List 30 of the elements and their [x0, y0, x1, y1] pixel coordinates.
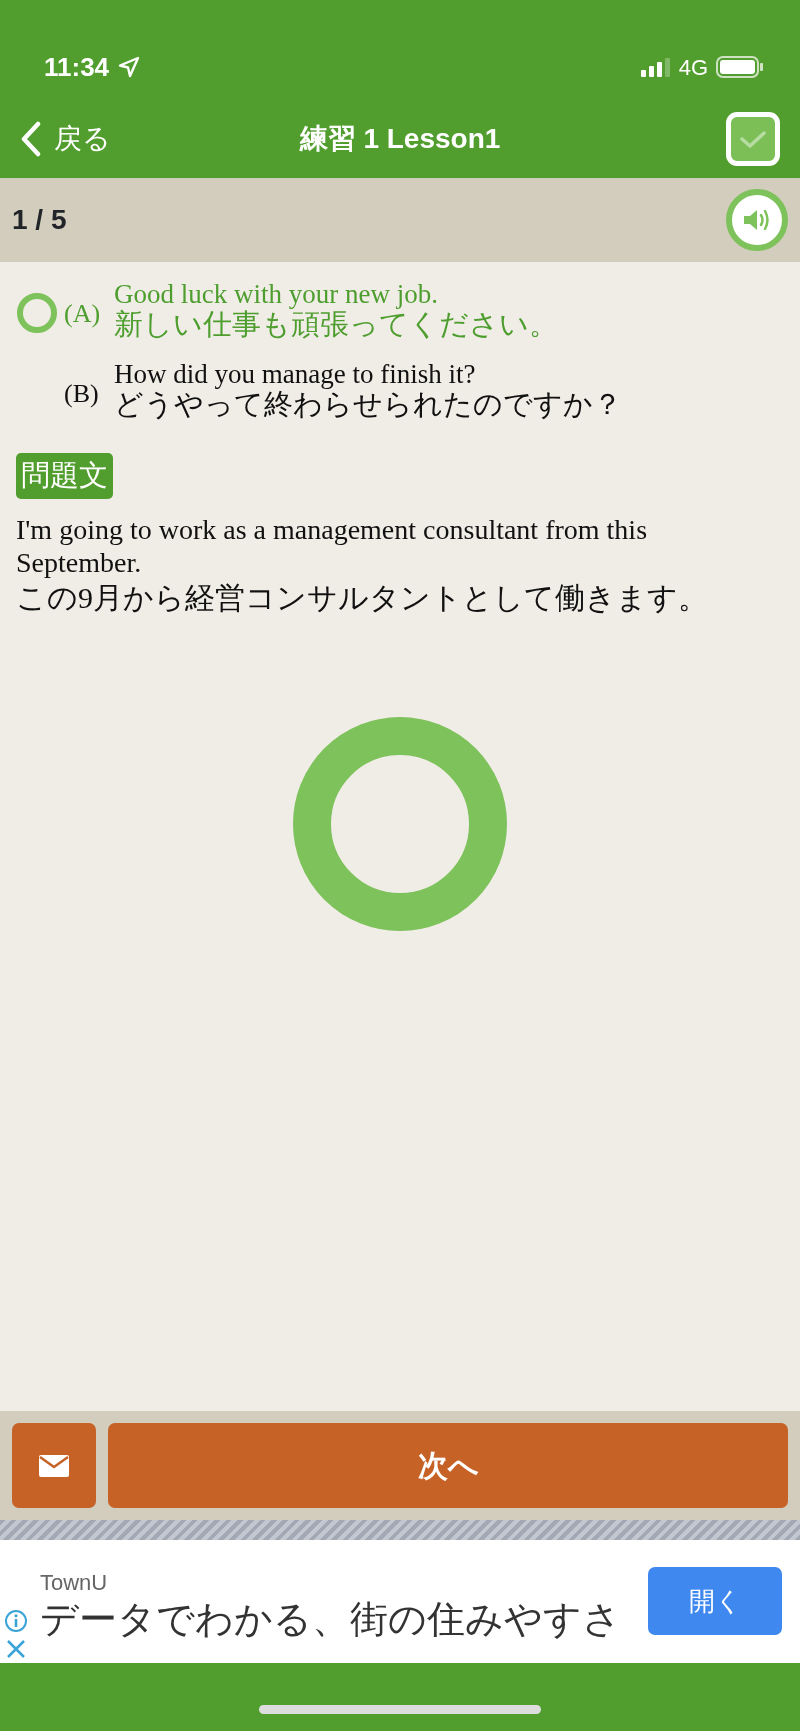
option-translation[interactable]: 新しい仕事も頑張ってください。	[114, 308, 558, 342]
chevron-left-icon	[20, 121, 42, 157]
advertiser-name: TownU	[40, 1569, 109, 1597]
check-button[interactable]	[726, 112, 780, 166]
signal-icon	[640, 57, 671, 77]
option-text[interactable]: How did you manage to finish it?	[114, 359, 622, 389]
option-translation[interactable]: どうやって終わらせられたのですか？	[114, 388, 622, 422]
option-label: (A)	[64, 298, 102, 330]
question-translation: この9月から経営コンサルタントとして働きます。	[16, 580, 709, 617]
close-icon[interactable]	[6, 1639, 26, 1659]
correct-ring-icon	[292, 716, 508, 933]
screen-title: 練習 1 Lesson1	[299, 122, 501, 156]
mail-button[interactable]	[12, 1423, 96, 1508]
option-label: (B)	[64, 377, 100, 410]
ad-headline[interactable]: データでわかる、街の住みやすさ	[40, 1599, 621, 1641]
checkmark-icon	[739, 129, 767, 149]
open-button[interactable]: 開く	[648, 1567, 782, 1635]
battery-icon	[716, 55, 764, 79]
speaker-icon	[742, 207, 772, 233]
next-button[interactable]: 次へ	[108, 1423, 788, 1508]
mail-icon	[39, 1454, 69, 1477]
back-button[interactable]: 戻る	[20, 118, 111, 160]
network-label: 4G	[678, 53, 708, 82]
section-label: 問題文	[16, 453, 113, 499]
info-icon[interactable]	[4, 1609, 28, 1633]
option-text[interactable]: Good luck with your new job.	[114, 280, 558, 309]
status-time: 11:34	[44, 50, 110, 84]
question-counter: 1 / 5	[12, 203, 67, 237]
location-arrow-icon	[117, 55, 142, 79]
question-text: I'm going to work as a management consultant from this September.	[16, 512, 649, 581]
